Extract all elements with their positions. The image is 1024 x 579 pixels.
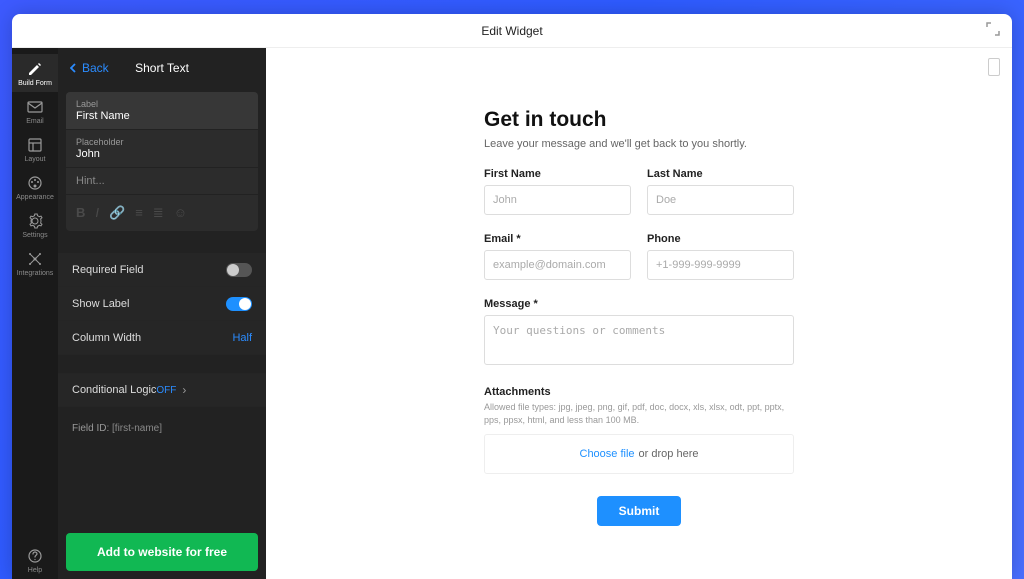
sidebar-item-build-form[interactable]: Build Form	[12, 54, 58, 92]
attachments-hint: Allowed file types: jpg, jpeg, png, gif,…	[484, 401, 794, 426]
titlebar: Edit Widget	[12, 14, 1012, 48]
toggle-required[interactable]	[226, 263, 252, 277]
firstname-label: First Name	[484, 168, 631, 180]
lastname-label: Last Name	[647, 168, 794, 180]
window-title: Edit Widget	[481, 24, 542, 38]
lastname-input[interactable]	[647, 185, 794, 215]
list-icon[interactable]: ≡	[135, 205, 143, 221]
device-preview-icon[interactable]	[988, 58, 1000, 76]
file-dropzone[interactable]: Choose file or drop here	[484, 434, 794, 474]
message-label: Message *	[484, 298, 794, 310]
choose-file-link[interactable]: Choose file	[580, 448, 635, 460]
field-label-row[interactable]: Label First Name	[66, 92, 258, 130]
message-input[interactable]	[484, 315, 794, 365]
sidebar-item-email[interactable]: Email	[12, 92, 58, 130]
form-subtitle: Leave your message and we'll get back to…	[484, 138, 794, 150]
numlist-icon[interactable]: ≣	[153, 205, 164, 221]
toggle-show-label[interactable]	[226, 297, 252, 311]
option-required-field: Required Field	[58, 253, 266, 287]
option-column-width[interactable]: Column Width Half	[58, 321, 266, 355]
sidebar-item-help[interactable]: Help	[12, 541, 58, 579]
email-input[interactable]	[484, 250, 631, 280]
form-title: Get in touch	[484, 108, 794, 132]
icon-sidebar: Build Form Email Layout Appearance Setti…	[12, 48, 58, 579]
sidebar-item-settings[interactable]: Settings	[12, 206, 58, 244]
rich-text-toolbar[interactable]: B I 🔗 ≡ ≣ ☺	[66, 195, 258, 231]
italic-icon[interactable]: I	[95, 205, 99, 221]
email-label: Email *	[484, 233, 631, 245]
firstname-input[interactable]	[484, 185, 631, 215]
back-button[interactable]: Back	[70, 61, 109, 75]
phone-label: Phone	[647, 233, 794, 245]
add-to-website-button[interactable]: Add to website for free	[66, 533, 258, 571]
sidebar-item-appearance[interactable]: Appearance	[12, 168, 58, 206]
form-canvas: Get in touch Leave your message and we'l…	[266, 48, 1012, 579]
submit-button[interactable]: Submit	[597, 496, 682, 526]
phone-input[interactable]	[647, 250, 794, 280]
emoji-icon[interactable]: ☺	[174, 205, 187, 221]
expand-icon[interactable]	[986, 22, 1000, 39]
field-id: Field ID: [first-name]	[58, 407, 266, 450]
attachments-label: Attachments	[484, 386, 794, 398]
sidebar-item-integrations[interactable]: Integrations	[12, 244, 58, 282]
bold-icon[interactable]: B	[76, 205, 85, 221]
app-window: Edit Widget Build Form Email Layout	[12, 14, 1012, 579]
link-icon[interactable]: 🔗	[109, 205, 125, 221]
field-placeholder-row[interactable]: Placeholder John	[66, 130, 258, 168]
option-show-label: Show Label	[58, 287, 266, 321]
sidebar-item-layout[interactable]: Layout	[12, 130, 58, 168]
field-hint-row[interactable]: Hint...	[66, 168, 258, 195]
property-panel: Back Short Text Label First Name Placeho…	[58, 48, 266, 579]
chevron-right-icon: ›	[182, 383, 186, 397]
option-conditional-logic[interactable]: Conditional Logic OFF ›	[58, 373, 266, 407]
